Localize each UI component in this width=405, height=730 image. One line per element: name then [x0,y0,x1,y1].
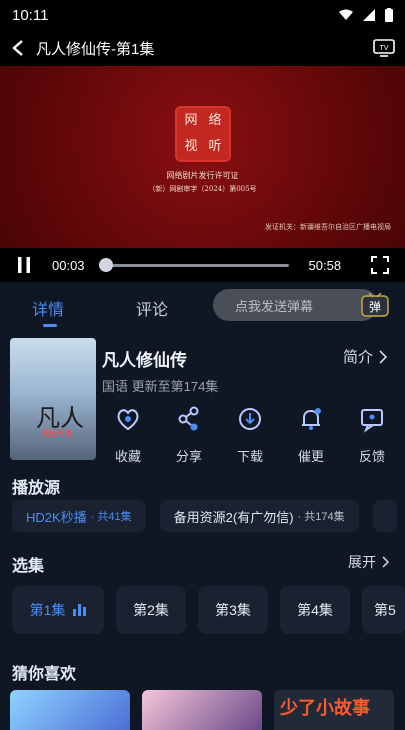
license-line-1: 网络剧片发行许可证 [166,171,239,180]
intro-button[interactable]: 简介 [343,346,387,367]
episodes-title: 选集 [12,558,45,575]
recommend-card[interactable] [142,690,262,730]
intro-label: 简介 [342,349,373,366]
tv-cast-icon[interactable]: TV [373,39,395,57]
recommend-card[interactable]: 少了小故事 [274,690,394,730]
recommend-card[interactable] [10,690,130,730]
episode-item[interactable]: 第5 [362,586,405,634]
danmu-input[interactable]: 点我发送弹幕 [213,289,378,321]
urge-update-label: 催更 [297,449,324,464]
source-list: HD2K秒播 · 共41集 备用资源2(有广勿信) · 共174集 [12,500,397,532]
license-seal: 网络视听 [175,106,231,162]
danmu-toggle-icon[interactable]: 弹 [360,292,390,318]
heart-icon [117,409,139,431]
share-button[interactable]: 分享 [163,405,215,465]
license-line-2: （新）网剧审字（2024）第005号 [148,185,257,193]
source-name: 备用资源2(有广勿信) [173,509,294,525]
video-area[interactable]: 网络视听 网络剧片发行许可证 （新）网剧审字（2024）第005号 发证机关：新… [0,66,405,248]
episode-label: 第1集 [29,602,66,618]
poster-subtitle: 风起天南 [40,429,72,438]
sources-title: 播放源 [12,480,61,497]
battery-icon [385,8,393,22]
svg-text:TV: TV [380,45,389,52]
signal-icon [363,9,375,21]
episode-item[interactable]: 第3集 [198,586,268,634]
source-count: · 共41集 [90,511,132,523]
favorite-label: 收藏 [114,449,141,464]
show-meta: 国语 更新至第174集 [102,379,219,394]
recommend-card-title: 少了小故事 [280,698,370,718]
expand-label: 展开 [348,554,376,570]
action-row: 收藏 分享 下载 催更 反馈 [102,405,398,465]
show-poster[interactable]: 凡人 风起天南 [10,338,96,460]
progress-bar[interactable] [98,257,289,272]
feedback-button[interactable]: 反馈 [346,405,398,465]
episode-item[interactable]: 第1集 [12,586,104,634]
episode-item[interactable]: 第2集 [116,586,186,634]
player-top-bar: 凡人修仙传-第1集 TV [0,30,405,66]
fullscreen-icon[interactable] [371,256,389,274]
system-icons [339,8,393,22]
source-name: HD2K秒播 [26,509,87,525]
player-controls: 00:03 50:58 [0,248,405,282]
chevron-right-icon [382,556,389,568]
source-count: · 共174集 [297,511,345,523]
recommend-list: 少了小故事 [10,690,394,730]
share-label: 分享 [175,449,202,464]
current-time: 00:03 [52,257,85,273]
show-title: 凡人修仙传 [102,351,187,370]
tab-comments[interactable]: 评论 [136,296,168,320]
share-icon [178,406,199,431]
episode-list: 第1集 第2集 第3集 第4集 第5 [12,586,405,634]
tab-indicator [43,324,57,327]
download-button[interactable]: 下载 [224,405,276,465]
status-time: 10:11 [12,6,49,24]
duration: 50:58 [308,257,342,273]
progress-knob[interactable] [98,257,113,272]
wifi-icon [339,9,353,20]
recommend-title: 猜你喜欢 [12,666,77,683]
favorite-button[interactable]: 收藏 [102,405,154,465]
episode-title: 凡人修仙传-第1集 [36,40,155,58]
urge-update-button[interactable]: 催更 [285,405,337,465]
source-item[interactable]: HD2K秒播 · 共41集 [12,500,146,532]
download-label: 下载 [236,449,263,464]
playing-indicator-icon [73,604,87,616]
tab-details[interactable]: 详情 [32,296,64,320]
feedback-icon [361,409,383,433]
download-icon [239,408,261,430]
pause-icon[interactable] [16,256,32,274]
episode-item[interactable]: 第4集 [280,586,350,634]
source-item-partial[interactable] [372,500,397,532]
status-bar: 10:11 [0,0,405,30]
chevron-right-icon [379,349,387,364]
source-item[interactable]: 备用资源2(有广勿信) · 共174集 [159,500,359,532]
back-arrow-icon[interactable] [10,39,26,57]
bell-icon [302,408,321,430]
svg-text:弹: 弹 [369,300,381,314]
feedback-label: 反馈 [358,449,385,464]
license-issuer: 发证机关：新疆维吾尔自治区广播电视局 [265,224,391,231]
expand-episodes-button[interactable]: 展开 [348,552,389,572]
